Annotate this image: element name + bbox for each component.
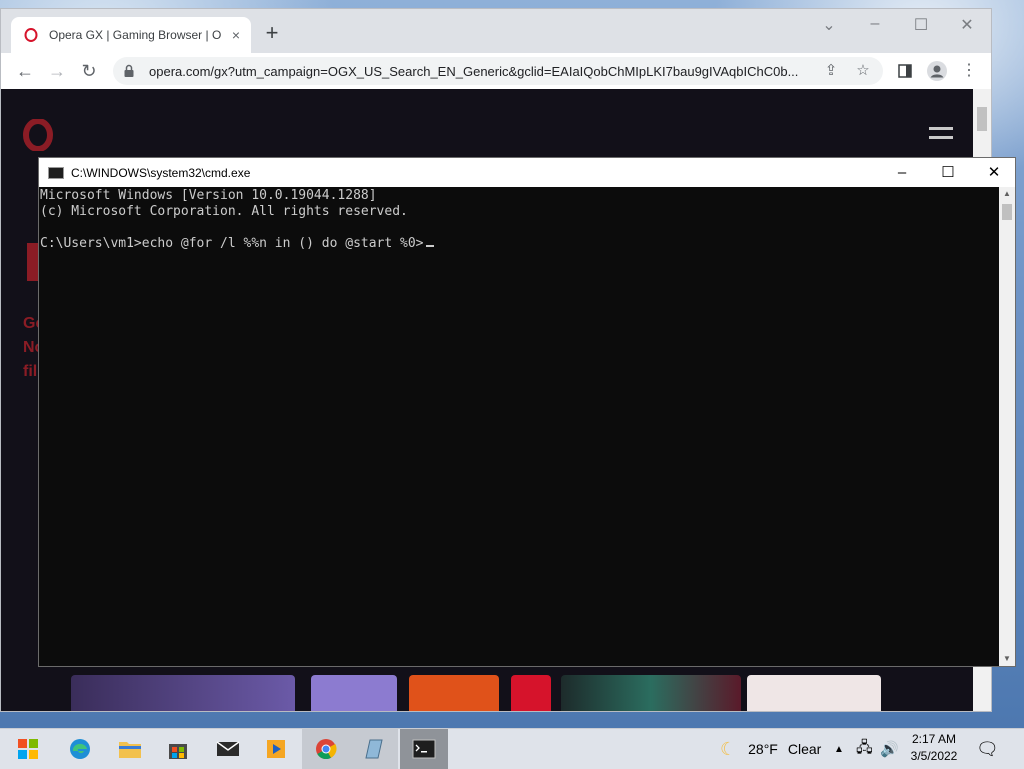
close-window-button[interactable]: ✕ (955, 15, 979, 35)
cmd-titlebar[interactable]: C:\WINDOWS\system32\cmd.exe – ☐ ✕ (39, 158, 1015, 187)
notification-center-icon[interactable]: 🗨 (976, 729, 999, 769)
cmd-app-icon (48, 166, 64, 179)
weather-widget[interactable]: ☾ 28°F Clear (720, 729, 821, 769)
new-tab-button[interactable]: + (261, 22, 283, 44)
back-arrow-icon[interactable]: ← (13, 59, 37, 83)
windows-logo-icon (18, 739, 38, 759)
scroll-thumb[interactable] (1002, 204, 1012, 220)
cmd-title: C:\WINDOWS\system32\cmd.exe (71, 165, 251, 180)
weather-condition: Clear (787, 741, 822, 757)
side-panel-icon[interactable] (893, 59, 917, 83)
cmd-minimize-button[interactable]: – (879, 158, 925, 187)
opera-favicon-icon (23, 27, 39, 43)
clock-time: 2:17 AM (911, 732, 957, 746)
reload-icon[interactable]: ↻ (77, 59, 101, 83)
profile-avatar-icon[interactable] (925, 59, 949, 83)
feature-tile (747, 675, 881, 711)
hamburger-menu-icon[interactable] (929, 127, 953, 145)
scroll-down-arrow-icon[interactable]: ▼ (999, 652, 1015, 666)
weather-temperature: 28°F (748, 741, 778, 757)
maximize-button[interactable]: ☐ (909, 15, 933, 35)
tab-title: Opera GX | Gaming Browser | Opera (49, 28, 221, 42)
tab-search-icon[interactable]: ⌄ (817, 15, 841, 35)
chrome-taskbar-icon[interactable] (302, 729, 350, 769)
scroll-up-arrow-icon[interactable]: ▲ (999, 187, 1015, 201)
feature-tile (311, 675, 397, 711)
feature-tile (511, 675, 551, 711)
bookmark-star-icon[interactable]: ☆ (853, 61, 873, 81)
feature-tile (71, 675, 295, 711)
cmd-console-output[interactable]: Microsoft Windows [Version 10.0.19044.12… (39, 187, 999, 666)
media-player-taskbar-icon[interactable] (252, 729, 300, 769)
cmd-maximize-button[interactable]: ☐ (925, 158, 971, 187)
tab-strip: Opera GX | Gaming Browser | Opera × + ⌄ … (1, 9, 991, 53)
edge-taskbar-icon[interactable] (56, 729, 104, 769)
url-text: opera.com/gx?utm_campaign=OGX_US_Search_… (149, 63, 799, 79)
feature-tile (561, 675, 741, 711)
cmd-close-button[interactable]: ✕ (971, 158, 1017, 187)
app-taskbar-icon[interactable] (350, 729, 398, 769)
file-explorer-taskbar-icon[interactable] (106, 729, 154, 769)
kebab-menu-icon[interactable]: ⋮ (957, 59, 981, 83)
start-button[interactable] (4, 729, 52, 769)
console-line: Microsoft Windows [Version 10.0.19044.12… (40, 188, 377, 203)
lock-icon (123, 64, 137, 78)
network-icon[interactable]: 🖧 (856, 729, 873, 769)
tab-close-icon[interactable]: × (227, 27, 245, 43)
store-taskbar-icon[interactable] (154, 729, 202, 769)
share-icon[interactable]: ⇪ (821, 61, 841, 81)
moon-icon: ☾ (720, 738, 737, 759)
system-clock[interactable]: 2:17 AM 3/5/2022 (902, 731, 966, 765)
tab-opera-gx[interactable]: Opera GX | Gaming Browser | Opera × (11, 17, 251, 53)
page-feature-tiles (41, 675, 941, 711)
cmd-scrollbar[interactable]: ▲ ▼ (999, 187, 1015, 666)
feature-tile (409, 675, 499, 711)
cmd-taskbar-icon[interactable] (400, 729, 448, 769)
taskbar: ☾ 28°F Clear ▲ 🖧 🔊 2:17 AM 3/5/2022 🗨 (0, 728, 1024, 769)
page-text-line-3: fil (23, 363, 38, 380)
console-prompt-line: C:\Users\vm1>echo @for /l %%n in () do @… (40, 236, 424, 251)
opera-logo-icon[interactable] (21, 118, 55, 156)
browser-toolbar: ← → ↻ opera.com/gx?utm_campaign=OGX_US_S… (1, 53, 991, 89)
console-line: (c) Microsoft Corporation. All rights re… (40, 204, 408, 219)
show-hidden-icons-chevron-icon[interactable]: ▲ (834, 729, 844, 769)
forward-arrow-icon[interactable]: → (45, 59, 69, 83)
cmd-window: C:\WINDOWS\system32\cmd.exe – ☐ ✕ Micros… (38, 157, 1016, 667)
text-cursor (425, 245, 434, 247)
volume-icon[interactable]: 🔊 (880, 729, 899, 769)
clock-date: 3/5/2022 (910, 749, 958, 763)
mail-taskbar-icon[interactable] (204, 729, 252, 769)
minimize-button[interactable]: – (863, 15, 887, 33)
address-bar[interactable]: opera.com/gx?utm_campaign=OGX_US_Search_… (113, 57, 883, 85)
